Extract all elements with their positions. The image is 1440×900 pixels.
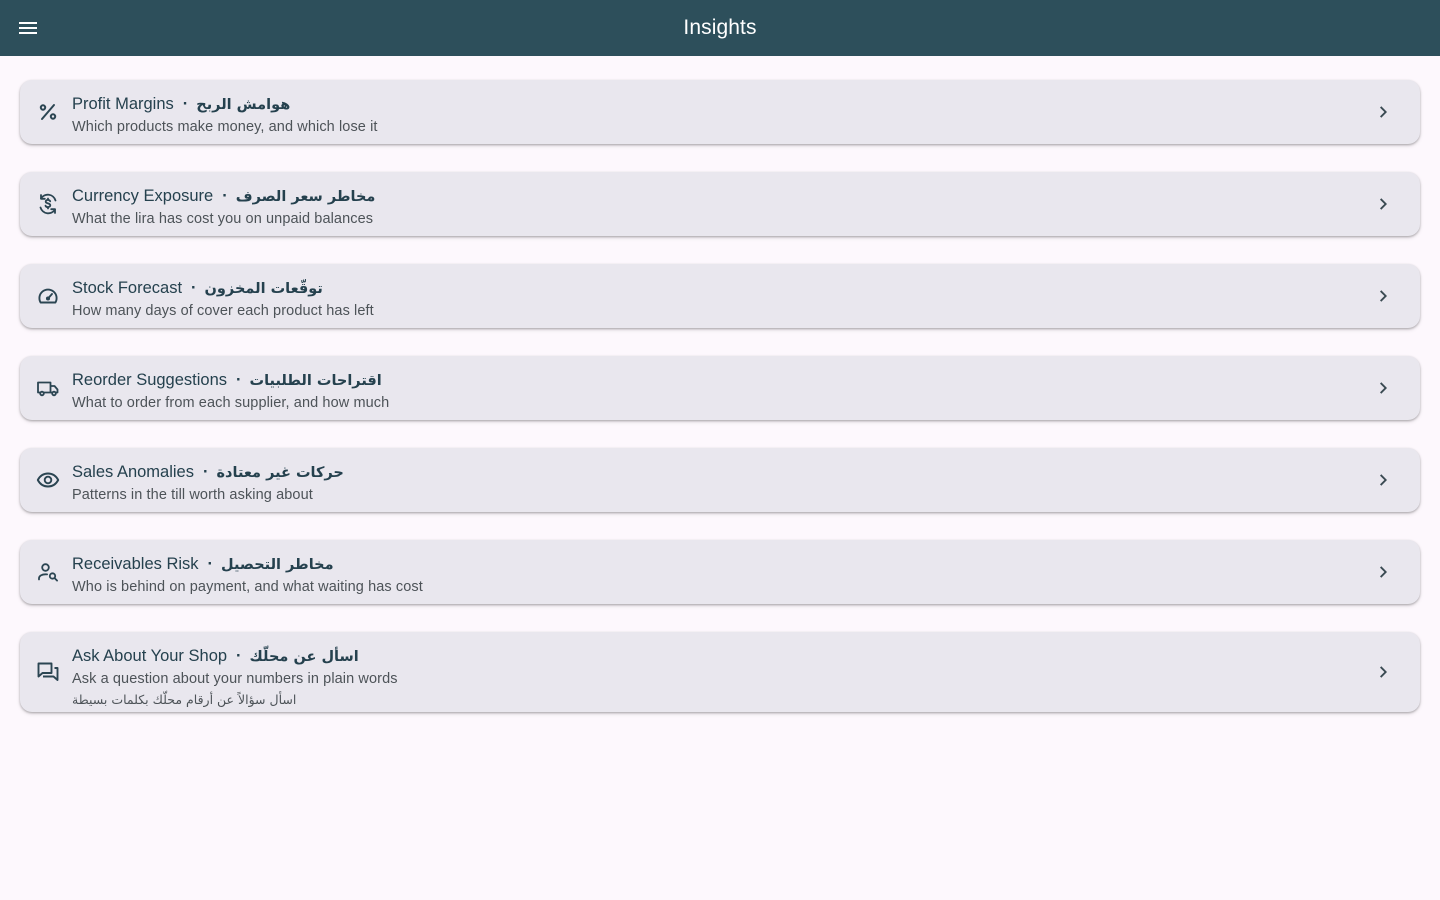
insight-text: Reorder Suggestions · اقتراحات الطلبيات Wh… <box>72 369 1340 414</box>
insight-title: Currency Exposure · مخاطر سعر الصرف <box>72 185 1340 208</box>
insight-subtitle: Who is behind on payment, and what waiti… <box>72 579 423 595</box>
currency-exchange-icon <box>36 192 60 216</box>
eye-icon <box>36 468 60 492</box>
insight-title-ar: حركات غير معتادة <box>216 465 344 481</box>
insight-subtitle-ar: اسأل سؤالاً عن أرقام محلّك بكلمات بسيطة <box>72 692 297 707</box>
insight-card-currency-exposure[interactable]: Currency Exposure · مخاطر سعر الصرف What t… <box>20 172 1420 236</box>
insight-subtitle: Patterns in the till worth asking about <box>72 487 313 503</box>
title-separator: · <box>182 95 189 113</box>
insight-title-ar: مخاطر التحصيل <box>221 557 334 573</box>
insight-card-reorder-suggestions[interactable]: Reorder Suggestions · اقتراحات الطلبيات Wh… <box>20 356 1420 420</box>
insight-title-en: Ask About Your Shop <box>72 647 228 665</box>
insight-card-receivables-risk[interactable]: Receivables Risk · مخاطر التحصيل Who is be… <box>20 540 1420 604</box>
insight-title: Reorder Suggestions · اقتراحات الطلبيات <box>72 369 1340 392</box>
insight-title-ar: اسأل عن محلّك <box>249 649 359 665</box>
insight-title: Receivables Risk · مخاطر التحصيل <box>72 553 1340 576</box>
insight-text: Ask About Your Shop · اسأل عن محلّك Ask a … <box>72 645 1340 710</box>
insight-subtitle: Ask a question about your numbers in pla… <box>72 671 398 687</box>
speedometer-icon <box>36 284 60 308</box>
title-separator: · <box>222 187 228 205</box>
app-bar: Insights <box>0 0 1440 56</box>
insight-title: Profit Margins · هوامش الربح <box>72 93 1340 116</box>
insight-card-ask-about-your-shop[interactable]: Ask About Your Shop · اسأل عن محلّك Ask a … <box>20 632 1420 712</box>
insight-subtitle: What to order from each supplier, and ho… <box>72 395 390 411</box>
insight-title-en: Reorder Suggestions <box>72 371 228 389</box>
title-separator: · <box>207 555 214 573</box>
insight-text: Profit Margins · هوامش الربح Which product… <box>72 93 1340 138</box>
insight-subtitle: How many days of cover each product has … <box>72 303 374 319</box>
menu-icon <box>19 22 37 34</box>
insight-title-en: Sales Anomalies <box>72 463 194 481</box>
insight-title-ar: توقّعات المخزون <box>204 281 323 297</box>
person-search-icon <box>36 560 60 584</box>
insight-title: Ask About Your Shop · اسأل عن محلّك <box>72 645 1340 668</box>
chevron-right-icon <box>1372 100 1396 124</box>
insight-text: Receivables Risk · مخاطر التحصيل Who is be… <box>72 553 1340 598</box>
chevron-right-icon <box>1372 192 1396 216</box>
insight-card-profit-margins[interactable]: Profit Margins · هوامش الربح Which product… <box>20 80 1420 144</box>
insights-list: Profit Margins · هوامش الربح Which product… <box>20 80 1420 740</box>
title-separator: · <box>203 463 209 481</box>
insight-title-ar: مخاطر سعر الصرف <box>235 189 376 205</box>
insight-text: Currency Exposure · مخاطر سعر الصرف What t… <box>72 185 1340 230</box>
page-title: Insights <box>683 16 757 39</box>
insight-title: Stock Forecast · توقّعات المخزون <box>72 277 1340 300</box>
insight-title-ar: اقتراحات الطلبيات <box>249 373 382 389</box>
insight-title-en: Currency Exposure <box>72 187 214 205</box>
insight-title-en: Stock Forecast <box>72 279 183 297</box>
chevron-right-icon <box>1372 376 1396 400</box>
chevron-right-icon <box>1372 560 1396 584</box>
insight-title: Sales Anomalies · حركات غير معتادة <box>72 461 1340 484</box>
chevron-right-icon <box>1372 468 1396 492</box>
insight-title-en: Profit Margins <box>72 95 174 113</box>
insight-title-ar: هوامش الربح <box>196 97 291 113</box>
title-separator: · <box>236 647 242 665</box>
insight-subtitle: Which products make money, and which los… <box>72 119 378 135</box>
truck-icon <box>36 376 60 400</box>
percent-icon <box>36 100 60 124</box>
insight-card-stock-forecast[interactable]: Stock Forecast · توقّعات المخزون How many … <box>20 264 1420 328</box>
insight-text: Sales Anomalies · حركات غير معتادة Pattern… <box>72 461 1340 506</box>
insight-text: Stock Forecast · توقّعات المخزون How many … <box>72 277 1340 322</box>
chevron-right-icon <box>1372 660 1396 684</box>
insight-title-en: Receivables Risk <box>72 555 199 573</box>
chevron-right-icon <box>1372 284 1396 308</box>
title-separator: · <box>236 371 242 389</box>
menu-button[interactable] <box>10 10 46 46</box>
insight-subtitle: What the lira has cost you on unpaid bal… <box>72 211 374 227</box>
chat-bubbles-icon <box>36 660 60 684</box>
insight-card-sales-anomalies[interactable]: Sales Anomalies · حركات غير معتادة Pattern… <box>20 448 1420 512</box>
title-separator: · <box>191 279 197 297</box>
